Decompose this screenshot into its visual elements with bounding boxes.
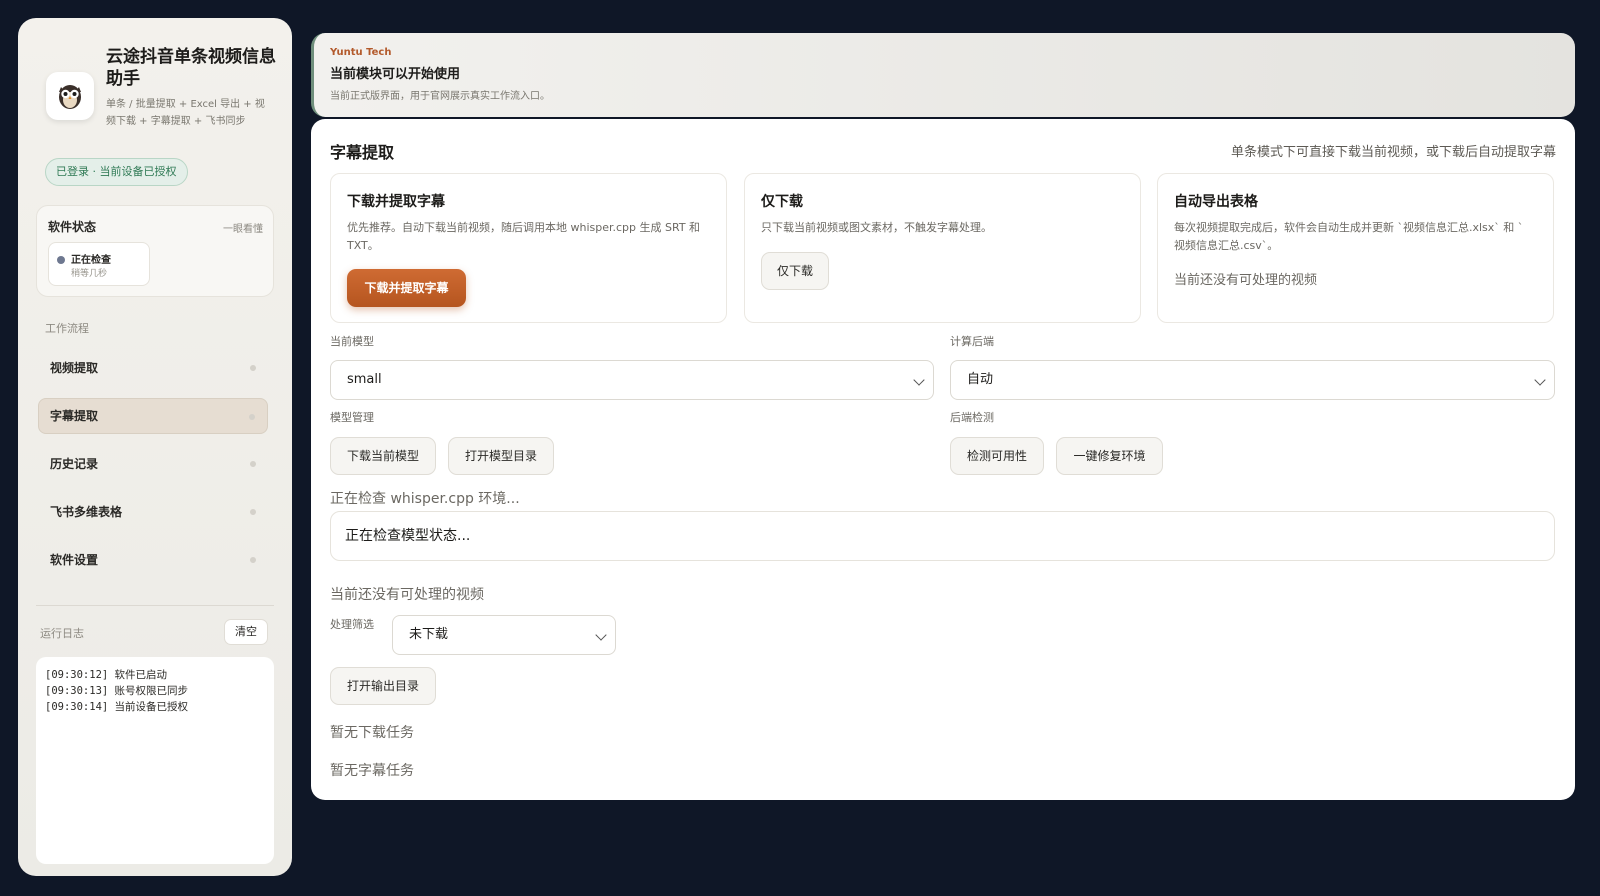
filter-select[interactable]: 未下载 [392,615,616,655]
filter-label: 处理筛选 [330,618,374,631]
status-dot-icon [57,256,65,264]
sidebar-item-label: 飞书多维表格 [50,505,123,519]
backend-label: 计算后端 [950,335,994,348]
download-only-button[interactable]: 仅下载 [761,252,829,290]
page-title: 字幕提取 [330,143,395,162]
log-line: [09:30:12] 软件已启动 [45,669,168,681]
nav-dot-icon [249,414,255,420]
export-empty-text: 当前还没有可处理的视频 [1174,273,1318,288]
nav-dot-icon [250,461,256,467]
sidebar-item-video-extract[interactable]: 视频提取 [38,350,268,386]
status-main-text: 正在检查 [71,255,111,266]
nav-dot-icon [250,509,256,515]
open-model-dir-button[interactable]: 打开模型目录 [448,437,554,475]
status-hint: 一眼看懂 [223,224,263,235]
module-notice-banner: Yuntu Tech 当前模块可以开始使用 当前正式版界面，用于官网展示真实工作… [311,33,1575,117]
status-indicator: 正在检查 稍等几秒 [48,242,150,286]
check-availability-button[interactable]: 检测可用性 [950,437,1044,475]
backend-select-value: 自动 [967,372,994,387]
no-video-text: 当前还没有可处理的视频 [330,587,484,603]
notice-brand: Yuntu Tech [330,47,392,58]
subtitle-extract-panel: 字幕提取 单条模式下可直接下载当前视频，或下载后自动提取字幕 下载并提取字幕 优… [311,119,1575,800]
model-status-box: 正在检查模型状态... [330,511,1555,561]
card-description: 优先推荐。自动下载当前视频，随后调用本地 whisper.cpp 生成 SRT … [347,221,701,252]
sidebar: 云途抖音单条视频信息助手 单条 / 批量提取 + Excel 导出 + 视频下载… [18,18,292,876]
chevron-down-icon [595,629,607,641]
fix-environment-button[interactable]: 一键修复环境 [1056,437,1163,475]
download-and-extract-button[interactable]: 下载并提取字幕 [347,269,466,307]
sidebar-item-label: 软件设置 [50,553,99,567]
status-title: 软件状态 [48,220,97,234]
notice-description: 当前正式版界面，用于官网展示真实工作流入口。 [330,91,550,102]
backend-select[interactable]: 自动 [950,360,1555,400]
sidebar-item-history[interactable]: 历史记录 [38,446,268,482]
card-title: 自动导出表格 [1174,194,1258,210]
owl-logo-icon [46,72,94,120]
login-status-badge: 已登录 · 当前设备已授权 [45,158,188,186]
app-title: 云途抖音单条视频信息助手 [106,47,276,89]
workflow-label: 工作流程 [45,322,89,335]
model-select-value: small [347,372,382,387]
sidebar-item-label: 视频提取 [50,361,99,375]
filter-select-value: 未下载 [409,627,449,642]
open-output-dir-button[interactable]: 打开输出目录 [330,667,436,705]
status-sub-text: 稍等几秒 [71,269,108,279]
brand: 云途抖音单条视频信息助手 单条 / 批量提取 + Excel 导出 + 视频下载… [46,46,276,166]
download-model-button[interactable]: 下载当前模型 [330,437,436,475]
clear-log-button[interactable]: 清空 [224,619,268,645]
card-title: 下载并提取字幕 [347,194,445,210]
app-subtitle: 单条 / 批量提取 + Excel 导出 + 视频下载 + 字幕提取 + 飞书同… [106,99,265,127]
software-status-card: 软件状态 一眼看懂 正在检查 稍等几秒 [36,205,274,297]
card-title: 仅下载 [761,194,803,210]
backend-check-label: 后端检测 [950,411,994,424]
chevron-down-icon [1534,374,1546,386]
download-tasks-empty: 暂无下载任务 [330,725,414,741]
log-line: [09:30:13] 账号权限已同步 [45,685,189,697]
model-select[interactable]: small [330,360,934,400]
sidebar-divider [36,605,274,606]
log-label: 运行日志 [40,627,84,640]
card-description: 每次视频提取完成后，软件会自动生成并更新 `视频信息汇总.xlsx` 和 `视频… [1174,221,1524,252]
chevron-down-icon [913,374,925,386]
sidebar-item-label: 字幕提取 [50,409,99,423]
download-extract-card: 下载并提取字幕 优先推荐。自动下载当前视频，随后调用本地 whisper.cpp… [330,173,727,323]
log-output: [09:30:12] 软件已启动 [09:30:13] 账号权限已同步 [09:… [36,657,274,864]
download-only-card: 仅下载 只下载当前视频或图文素材，不触发字幕处理。 仅下载 [744,173,1141,323]
card-description: 只下载当前视频或图文素材，不触发字幕处理。 [761,221,992,234]
notice-title: 当前模块可以开始使用 [330,67,461,82]
model-management-label: 模型管理 [330,411,374,424]
sidebar-item-feishu-table[interactable]: 飞书多维表格 [38,494,268,530]
nav-dot-icon [250,365,256,371]
model-label: 当前模型 [330,335,374,348]
sidebar-item-settings[interactable]: 软件设置 [38,542,268,578]
log-line: [09:30:14] 当前设备已授权 [45,701,189,713]
auto-export-card: 自动导出表格 每次视频提取完成后，软件会自动生成并更新 `视频信息汇总.xlsx… [1157,173,1554,323]
page-hint: 单条模式下可直接下载当前视频，或下载后自动提取字幕 [1230,145,1556,160]
nav-dot-icon [250,557,256,563]
whisper-status-text: 正在检查 whisper.cpp 环境... [330,491,520,507]
sidebar-item-subtitle-extract[interactable]: 字幕提取 [38,398,268,434]
subtitle-tasks-empty: 暂无字幕任务 [330,763,414,779]
sidebar-item-label: 历史记录 [50,457,99,471]
